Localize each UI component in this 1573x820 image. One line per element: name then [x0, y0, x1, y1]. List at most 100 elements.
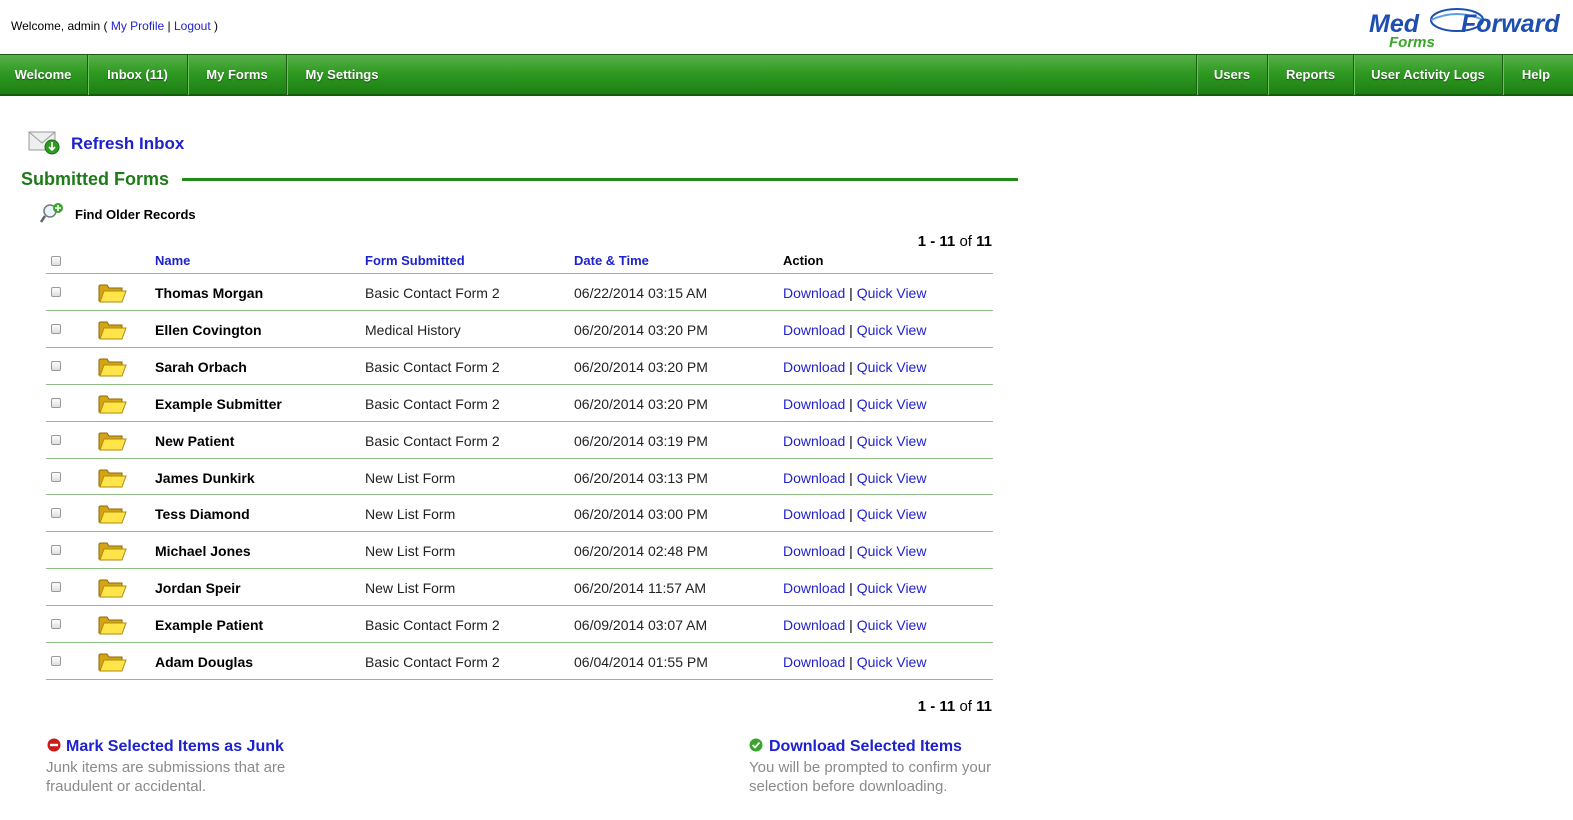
submitter-name: Example Patient	[155, 617, 264, 634]
form-name: Medical History	[365, 321, 461, 338]
nav-users[interactable]: Users	[1197, 55, 1267, 95]
folder-icon[interactable]	[97, 354, 127, 383]
download-link[interactable]: Download	[783, 543, 845, 559]
folder-icon[interactable]	[97, 612, 127, 641]
row-checkbox[interactable]	[51, 619, 61, 630]
download-link[interactable]: Download	[783, 617, 845, 633]
nav-help[interactable]: Help	[1503, 55, 1569, 95]
folder-icon[interactable]	[97, 428, 127, 457]
download-link[interactable]: Download	[783, 580, 845, 596]
action-separator: |	[849, 543, 853, 560]
row-checkbox[interactable]	[51, 508, 61, 519]
action-separator: |	[849, 358, 853, 375]
nav-welcome[interactable]: Welcome	[0, 55, 86, 95]
quick-view-link[interactable]: Quick View	[857, 470, 927, 486]
logo-forms: Forms	[1389, 34, 1435, 50]
download-link[interactable]: Download	[783, 506, 845, 522]
quick-view-link[interactable]: Quick View	[857, 359, 927, 375]
column-header-date[interactable]: Date & Time	[574, 253, 649, 268]
find-older-icon[interactable]	[40, 201, 66, 225]
folder-icon[interactable]	[97, 317, 127, 346]
download-description: You will be prompted to confirm your sel…	[749, 759, 992, 795]
medforward-logo: Med Forward Forms	[1369, 8, 1560, 50]
download-link[interactable]: Download	[783, 654, 845, 670]
quick-view-link[interactable]: Quick View	[857, 433, 927, 449]
welcome-line: Welcome, admin ( My Profile | Logout )	[11, 19, 218, 33]
row-checkbox[interactable]	[51, 434, 61, 445]
column-header-form[interactable]: Form Submitted	[365, 253, 465, 268]
nav-my-forms[interactable]: My Forms	[188, 55, 286, 95]
row-actions: Download | Quick View	[783, 654, 926, 670]
quick-view-link[interactable]: Quick View	[857, 285, 927, 301]
folder-icon[interactable]	[97, 465, 127, 494]
quick-view-link[interactable]: Quick View	[857, 580, 927, 596]
nav-my-settings[interactable]: My Settings	[287, 55, 397, 95]
submitter-name: Example Submitter	[155, 395, 282, 412]
download-link[interactable]: Download	[783, 322, 845, 338]
row-actions: Download | Quick View	[783, 470, 926, 486]
submitter-name: New Patient	[155, 432, 235, 449]
folder-icon[interactable]	[97, 501, 127, 530]
pager-total: 11	[976, 698, 992, 715]
logout-link[interactable]: Logout	[174, 19, 211, 33]
column-header-name[interactable]: Name	[155, 253, 190, 268]
folder-icon[interactable]	[97, 538, 127, 567]
row-checkbox[interactable]	[51, 582, 61, 593]
my-profile-link[interactable]: My Profile	[111, 19, 164, 33]
row-checkbox[interactable]	[51, 545, 61, 556]
submitter-name: Jordan Speir	[155, 580, 241, 597]
quick-view-link[interactable]: Quick View	[857, 396, 927, 412]
submitted-date: 06/20/2014 02:48 PM	[574, 543, 708, 560]
refresh-inbox-link[interactable]: Refresh Inbox	[71, 134, 184, 154]
logo-forward: Forward	[1461, 10, 1560, 38]
row-actions: Download | Quick View	[783, 322, 926, 338]
row-checkbox[interactable]	[51, 360, 61, 371]
submitted-date: 06/20/2014 03:20 PM	[574, 321, 708, 338]
nav-inbox[interactable]: Inbox (11)	[88, 55, 187, 95]
download-link[interactable]: Download	[783, 470, 845, 486]
submitted-date: 06/04/2014 01:55 PM	[574, 654, 708, 670]
section-title: Submitted Forms	[21, 169, 170, 189]
row-checkbox[interactable]	[51, 287, 61, 297]
quick-view-link[interactable]: Quick View	[857, 506, 927, 522]
download-link[interactable]: Download	[783, 359, 845, 375]
row-checkbox[interactable]	[51, 397, 61, 408]
download-selected-button[interactable]: Download Selected Items	[769, 738, 962, 756]
quick-view-link[interactable]: Quick View	[857, 322, 927, 338]
download-check-icon[interactable]	[749, 738, 763, 752]
folder-icon[interactable]	[97, 280, 127, 309]
folder-icon[interactable]	[97, 575, 127, 604]
find-older-records-link[interactable]: Find Older Records	[75, 207, 196, 222]
quick-view-link[interactable]: Quick View	[857, 617, 927, 633]
quick-view-link[interactable]: Quick View	[857, 654, 927, 670]
action-separator: |	[849, 432, 853, 449]
row-checkbox[interactable]	[51, 656, 61, 666]
folder-icon[interactable]	[97, 391, 127, 420]
refresh-inbox-icon[interactable]	[28, 130, 62, 158]
folder-icon[interactable]	[97, 649, 127, 678]
nav-user-activity-logs[interactable]: User Activity Logs	[1354, 55, 1502, 95]
submitter-name: Tess Diamond	[155, 506, 250, 523]
row-checkbox[interactable]	[51, 323, 61, 334]
download-link[interactable]: Download	[783, 396, 845, 412]
link-separator: |	[167, 19, 171, 33]
download-link[interactable]: Download	[783, 433, 845, 449]
submitted-date: 06/22/2014 03:15 AM	[574, 285, 708, 301]
download-link[interactable]: Download	[783, 285, 845, 301]
submitter-name: Sarah Orbach	[155, 358, 247, 375]
table-row: Ellen Covington Medical History 06/20/2014…	[46, 309, 993, 348]
table-row: Example Patient Basic Contact Form 2 06/09…	[46, 605, 993, 643]
action-separator: |	[849, 469, 853, 486]
row-checkbox[interactable]	[51, 471, 61, 482]
table-row: Jordan Speir New List Form 06/20/2014 11:5…	[46, 568, 993, 606]
action-separator: |	[849, 321, 853, 338]
junk-icon[interactable]	[47, 738, 61, 752]
form-name: Basic Contact Form 2	[365, 285, 500, 301]
form-name: New List Form	[365, 580, 456, 597]
select-all-checkbox[interactable]	[51, 256, 61, 266]
section-divider	[182, 178, 1018, 181]
mark-junk-button[interactable]: Mark Selected Items as Junk	[66, 738, 284, 756]
quick-view-link[interactable]: Quick View	[857, 543, 927, 559]
nav-reports[interactable]: Reports	[1268, 55, 1353, 95]
pager-range: 1 - 11	[917, 233, 956, 250]
